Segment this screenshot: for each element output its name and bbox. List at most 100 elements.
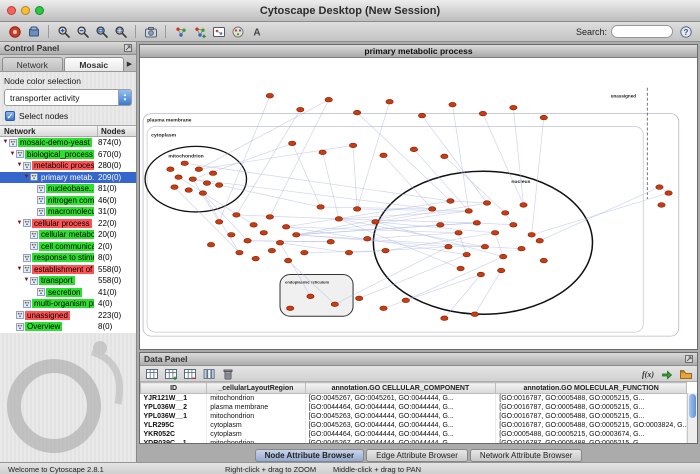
import-attributes-icon[interactable] xyxy=(658,366,675,382)
graph-node[interactable] xyxy=(181,161,188,166)
tree-row-nitrogen-compo[interactable]: nitrogen compo...46(0) xyxy=(0,195,136,207)
graph-node[interactable] xyxy=(345,250,352,255)
zoom-selected-region-icon[interactable] xyxy=(112,24,129,40)
cell-value[interactable]: cytoplasm xyxy=(207,421,305,430)
graph-edge[interactable] xyxy=(359,255,467,299)
data-panel-titlebar[interactable]: Data Panel xyxy=(140,353,697,366)
expand-toggle-icon[interactable]: ▼ xyxy=(9,151,16,158)
graph-node[interactable] xyxy=(319,150,326,155)
tree-row-response-to-stimu[interactable]: response to stimu...8(0) xyxy=(0,252,136,264)
tree-row-nucleobase[interactable]: nucleobase...81(0) xyxy=(0,183,136,195)
graph-edge[interactable] xyxy=(335,247,449,305)
graph-node[interactable] xyxy=(441,316,448,321)
graph-edge[interactable] xyxy=(406,257,503,301)
select-attributes-icon[interactable] xyxy=(143,366,160,382)
graph-node[interactable] xyxy=(457,266,464,271)
open-session-icon[interactable] xyxy=(25,24,42,40)
expand-toggle-icon[interactable]: ▼ xyxy=(2,139,9,146)
tree-row-primary-metab[interactable]: ▼primary metab...209(0) xyxy=(0,172,136,184)
column-header-cellularlayoutregion[interactable]: _cellularLayoutRegion xyxy=(207,383,305,394)
tree-row-biological-process[interactable]: ▼biological_process670(0) xyxy=(0,149,136,161)
graph-node[interactable] xyxy=(301,250,308,255)
cell-value[interactable]: [GO:0045267, GO:0044444, GO:0044444, G..… xyxy=(305,439,496,444)
graph-edge[interactable] xyxy=(296,235,485,247)
graph-edge[interactable] xyxy=(485,247,522,249)
delete-rows-icon[interactable] xyxy=(219,366,236,382)
node-color-dropdown[interactable]: transporter activity ▲▼ xyxy=(4,89,132,106)
graph-node[interactable] xyxy=(199,191,206,196)
graph-edge[interactable] xyxy=(477,223,514,225)
graph-node[interactable] xyxy=(252,256,259,261)
graph-node[interactable] xyxy=(386,99,393,104)
annotation-icon[interactable]: A xyxy=(248,24,265,40)
zoom-fit-icon[interactable] xyxy=(93,24,110,40)
create-attribute-icon[interactable] xyxy=(162,366,179,382)
tree-row-transport[interactable]: ▼transport558(0) xyxy=(0,275,136,287)
graph-node[interactable] xyxy=(481,244,488,249)
graph-node[interactable] xyxy=(175,175,182,180)
graph-node[interactable] xyxy=(382,248,389,253)
expand-toggle-icon[interactable]: ▼ xyxy=(16,266,23,273)
graph-edge[interactable] xyxy=(483,114,524,205)
graph-node[interactable] xyxy=(477,272,484,277)
graph-node[interactable] xyxy=(349,143,356,148)
graph-node[interactable] xyxy=(528,233,535,238)
graph-node[interactable] xyxy=(429,207,436,212)
graph-node[interactable] xyxy=(518,246,525,251)
graph-node[interactable] xyxy=(284,258,291,263)
network-manager-icon[interactable] xyxy=(172,24,189,40)
graph-node[interactable] xyxy=(473,221,480,226)
graph-node[interactable] xyxy=(289,141,296,146)
graph-node[interactable] xyxy=(510,223,517,228)
tree-row-mosaic-demo-yeast[interactable]: ▼mosaic-demo-yeast874(0) xyxy=(0,137,136,149)
function-builder-icon[interactable]: f(x) xyxy=(639,366,656,382)
cell-value[interactable]: [GO:0045267, GO:0045261, GO:0044444, G..… xyxy=(305,394,496,403)
tree-column-headers[interactable]: Network Nodes xyxy=(0,125,136,137)
cell-value[interactable]: mitochondrion xyxy=(207,439,305,444)
tree-row-multi-organism-pro[interactable]: multi-organism pro...4(0) xyxy=(0,298,136,310)
cell-value[interactable]: [GO:0016787, GO:0005488, GO:0005215, G..… xyxy=(496,394,687,403)
graph-node[interactable] xyxy=(353,207,360,212)
graph-node[interactable] xyxy=(325,97,332,102)
cell-value[interactable]: [GO:0045263, GO:0044444, GO:0044444, G..… xyxy=(305,421,496,430)
graph-node[interactable] xyxy=(463,252,470,257)
graph-node[interactable] xyxy=(465,209,472,214)
graph-edge[interactable] xyxy=(286,227,467,255)
graph-node[interactable] xyxy=(282,225,289,230)
graph-node[interactable] xyxy=(327,239,334,244)
tree-row-macromolecule[interactable]: macromolecule...31(0) xyxy=(0,206,136,218)
control-panel-titlebar[interactable]: Control Panel xyxy=(0,42,136,55)
graph-node[interactable] xyxy=(502,211,509,216)
graph-node[interactable] xyxy=(402,298,409,303)
cell-id[interactable]: YLR295C xyxy=(141,421,207,430)
column-header-annotation-go-cellular-component[interactable]: annotation.GO CELLULAR_COMPONENT xyxy=(305,383,496,394)
graph-node[interactable] xyxy=(236,250,243,255)
graph-node[interactable] xyxy=(268,248,275,253)
graph-edge[interactable] xyxy=(440,223,477,225)
graph-node[interactable] xyxy=(510,105,517,110)
graph-edge[interactable] xyxy=(193,143,292,179)
graph-node[interactable] xyxy=(171,185,178,190)
graph-edge[interactable] xyxy=(450,201,487,203)
cell-value[interactable]: [GO:0016787, GO:0005488, GO:0005215, G..… xyxy=(496,439,687,444)
graph-node[interactable] xyxy=(228,233,235,238)
column-layout-icon[interactable] xyxy=(200,366,217,382)
graph-node[interactable] xyxy=(455,231,462,236)
graph-node[interactable] xyxy=(445,244,452,249)
window-titlebar[interactable]: Cytoscape Desktop (New Session) xyxy=(0,0,700,22)
graph-edge[interactable] xyxy=(513,108,523,205)
tree-row-cell-communica[interactable]: cell communica...2(0) xyxy=(0,241,136,253)
graph-node[interactable] xyxy=(195,167,202,172)
graph-node[interactable] xyxy=(335,217,342,222)
cell-value[interactable]: [GO:0045263, GO:0044444, GO:0044444, G..… xyxy=(305,412,496,421)
graph-edge[interactable] xyxy=(236,215,338,219)
graph-node[interactable] xyxy=(540,258,547,263)
cell-value[interactable]: cytoplasm xyxy=(207,430,305,439)
graph-node[interactable] xyxy=(266,93,273,98)
graph-node[interactable] xyxy=(287,306,294,311)
cell-value[interactable]: [GO:0005488, GO:0005215, GO:0003674, G..… xyxy=(496,430,687,439)
graph-node[interactable] xyxy=(665,191,672,196)
column-header-id[interactable]: ID xyxy=(141,383,207,394)
graph-edge[interactable] xyxy=(280,243,349,253)
graph-node[interactable] xyxy=(449,102,456,107)
